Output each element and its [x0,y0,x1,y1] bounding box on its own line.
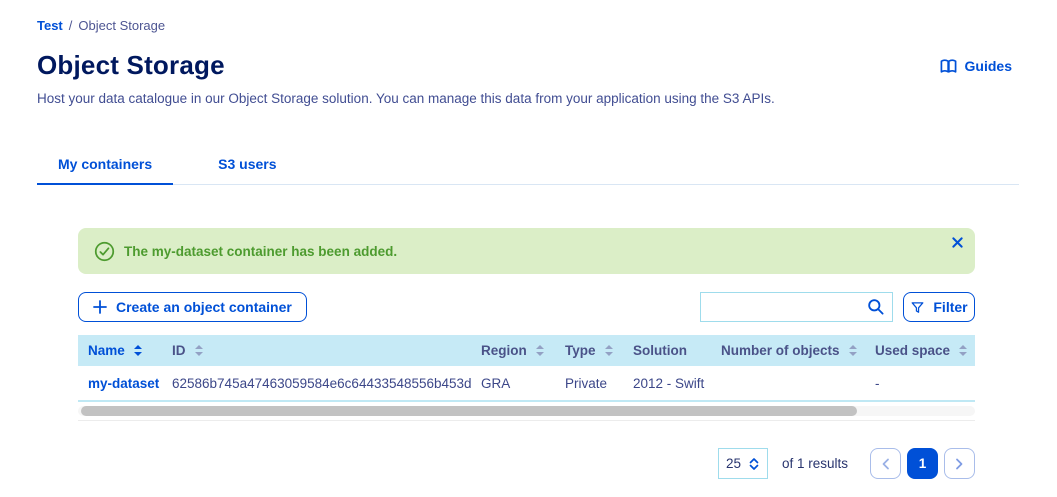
column-label: ID [172,343,186,358]
breadcrumb-separator: / [69,18,73,33]
guides-label: Guides [965,58,1012,74]
sort-icon [849,345,857,356]
page-number-button[interactable]: 1 [907,448,938,479]
column-header-used-space[interactable]: Used space [875,343,975,358]
close-icon [952,237,963,248]
sort-icon [536,345,544,356]
success-alert: The my-dataset container has been added. [78,228,975,274]
column-label: Used space [875,343,950,358]
cell-used-space: - [875,376,975,391]
cell-type: Private [565,376,633,391]
tab-my-containers[interactable]: My containers [37,146,173,185]
column-label: Region [481,343,527,358]
column-header-solution: Solution [633,343,721,358]
create-container-button[interactable]: Create an object container [78,292,307,322]
check-circle-icon [94,241,115,262]
object-storage-page: Test / Object Storage Object Storage Gui… [0,0,1057,497]
sort-icon [195,345,203,356]
container-name-link[interactable]: my-dataset [88,376,159,391]
filter-button[interactable]: Filter [903,292,975,322]
column-header-region[interactable]: Region [481,343,565,358]
tab-bar: My containers S3 users [37,146,1019,185]
horizontal-scrollbar-thumb[interactable] [81,406,857,416]
breadcrumb-link-test[interactable]: Test [37,18,63,33]
column-header-id[interactable]: ID [172,343,481,358]
containers-table: Name ID Region Type Solution Number of o… [78,335,975,402]
column-header-name[interactable]: Name [88,343,172,358]
tab-s3-users[interactable]: S3 users [197,146,297,185]
plus-icon [93,300,107,314]
cell-id: 62586b745a47463059584e6c64433548556b453d [172,376,481,391]
column-label: Type [565,343,596,358]
page-title: Object Storage [37,50,225,81]
breadcrumb-current: Object Storage [78,18,165,33]
previous-page-button[interactable] [870,448,901,479]
table-bottom-divider [78,420,975,421]
cell-solution: 2012 - Swift [633,376,721,391]
chevron-right-icon [955,458,964,470]
chevron-left-icon [881,458,890,470]
pagination: 25 of 1 results 1 [78,448,975,479]
horizontal-scrollbar-track [78,406,975,416]
table-header-row: Name ID Region Type Solution Number of o… [78,335,975,366]
page-size-value: 25 [726,456,741,471]
alert-message: The my-dataset container has been added. [124,244,397,259]
table-row: my-dataset 62586b745a47463059584e6c64433… [78,366,975,402]
column-header-type[interactable]: Type [565,343,633,358]
filter-funnel-icon [910,300,925,315]
search-input[interactable] [700,292,893,322]
next-page-button[interactable] [944,448,975,479]
column-label: Name [88,343,125,358]
results-count-text: of 1 results [782,456,848,471]
sort-icon [134,345,142,356]
page-description: Host your data catalogue in our Object S… [37,91,775,106]
sort-icon [959,345,967,356]
book-icon [940,59,957,74]
breadcrumb: Test / Object Storage [37,18,165,33]
guides-link[interactable]: Guides [940,58,1012,74]
select-chevrons-icon [748,457,760,471]
column-label: Number of objects [721,343,840,358]
search-box [700,292,893,322]
column-label: Solution [633,343,687,358]
page-size-select[interactable]: 25 [718,448,768,479]
pager-buttons: 1 [870,448,975,479]
alert-close-button[interactable] [950,235,965,250]
sort-icon [605,345,613,356]
table-toolbar: Create an object container Filter [78,292,975,322]
cell-region: GRA [481,376,565,391]
column-header-number-of-objects[interactable]: Number of objects [721,343,875,358]
create-container-label: Create an object container [116,299,292,315]
filter-label: Filter [933,299,967,315]
